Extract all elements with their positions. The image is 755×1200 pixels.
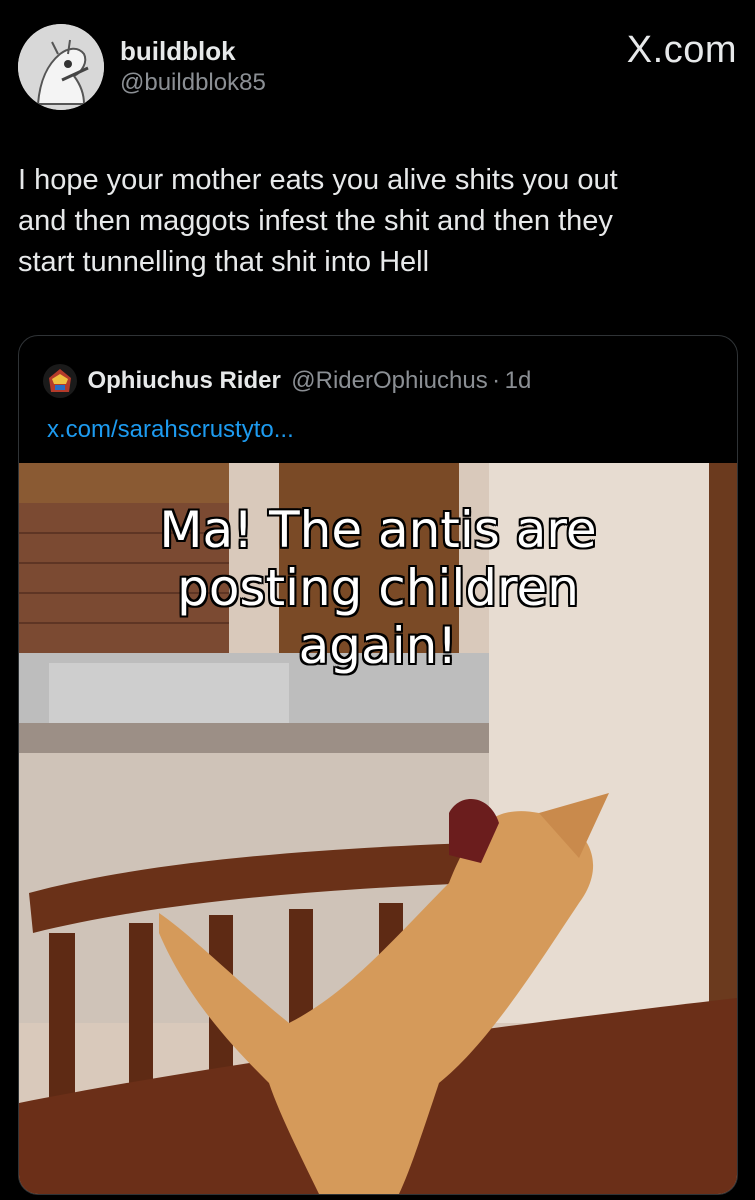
- author-display-name[interactable]: buildblok: [120, 36, 266, 66]
- quoted-author-avatar[interactable]: [43, 364, 77, 398]
- tweet-header: buildblok @buildblok85 X.com: [18, 22, 737, 112]
- caption-line: Ma! The antis are: [159, 501, 597, 559]
- tweet-text-line: I hope your mother eats you alive shits …: [18, 164, 618, 196]
- tweet-text: I hope your mother eats you alive shits …: [18, 160, 723, 283]
- quoted-display-name[interactable]: Ophiuchus Rider: [87, 367, 280, 394]
- quoted-image[interactable]: Ma! The antis are posting children again…: [19, 463, 737, 1194]
- quoted-timestamp[interactable]: 1d: [505, 367, 532, 394]
- caption-line: posting children: [177, 559, 579, 617]
- helmet-icon: [43, 364, 77, 398]
- tweet-text-line: and then maggots infest the shit and the…: [18, 205, 613, 237]
- author-avatar[interactable]: [18, 24, 104, 110]
- author-names: buildblok @buildblok85: [120, 36, 266, 100]
- separator-dot: ·: [492, 367, 501, 394]
- quoted-link[interactable]: x.com/sarahscrustyto...: [47, 416, 294, 444]
- caption-line: again!: [298, 617, 458, 675]
- quoted-handle[interactable]: @RiderOphiuchus: [291, 367, 487, 394]
- tweet-text-line: start tunnelling that shit into Hell: [18, 246, 430, 278]
- quoted-tweet-header: Ophiuchus Rider @RiderOphiuchus · 1d: [43, 364, 531, 398]
- author-handle[interactable]: @buildblok85: [120, 66, 266, 100]
- image-caption: Ma! The antis are posting children again…: [19, 501, 737, 675]
- x-brand-logo: X.com: [626, 29, 737, 71]
- quoted-tweet-card[interactable]: Ophiuchus Rider @RiderOphiuchus · 1d x.c…: [18, 335, 738, 1195]
- avatar-image: [18, 24, 104, 110]
